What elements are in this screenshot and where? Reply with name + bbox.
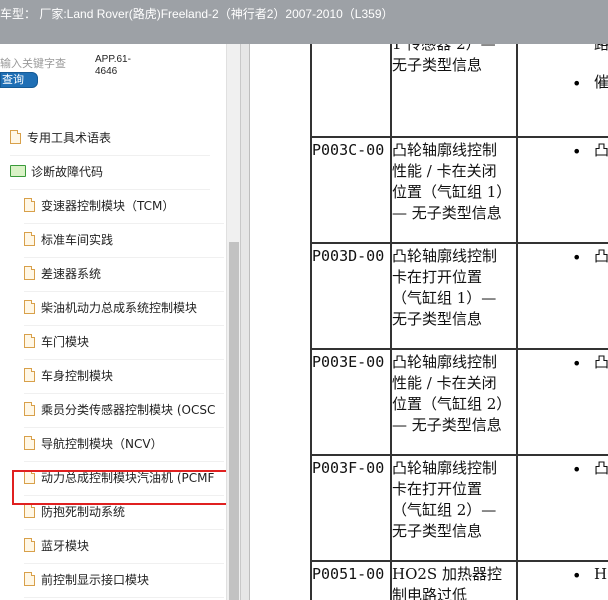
dtc-description: 凸轮轴廓线控制卡在打开位置（气缸组 2）— 无子类型信息 bbox=[392, 459, 498, 540]
tree-item-folder[interactable]: 诊断故障代码 bbox=[10, 156, 210, 190]
tree-item[interactable]: 标准车间实践 bbox=[24, 224, 224, 258]
tree-item-label: 导航控制模块（NCV） bbox=[41, 437, 163, 451]
table-row: P0051-00 HO2S 加热器控制电路过低 • HO2器路 bbox=[310, 560, 608, 600]
bullet: • bbox=[572, 460, 582, 479]
dtc-cause: 凸轮执行 bbox=[594, 353, 608, 371]
bullet: • bbox=[572, 74, 582, 93]
tree-item[interactable]: 差速器系统 bbox=[24, 258, 224, 292]
tree-item[interactable]: 前控制显示接口模块 bbox=[24, 564, 224, 598]
table-row: P003C-00 凸轮轴廓线控制性能 / 卡在关闭位置（气缸组 1）— 无子类型… bbox=[310, 136, 608, 244]
query-button[interactable]: 查询 bbox=[0, 72, 38, 88]
bullet: • bbox=[572, 142, 582, 161]
app-code: APP.61-4646 bbox=[95, 54, 131, 77]
dtc-cause: 凸轮执行 bbox=[594, 141, 608, 159]
window-title: 车型： 厂家:Land Rover(路虎)Freeland-2（神行者2）200… bbox=[0, 7, 394, 21]
tree-item[interactable]: 车门模块 bbox=[24, 326, 224, 360]
document-icon bbox=[24, 198, 35, 212]
tree-item[interactable]: 专用工具术语表 bbox=[10, 122, 210, 156]
tree-item-label: 诊断故障代码 bbox=[31, 165, 104, 179]
dtc-cause: 路：路 bbox=[594, 44, 608, 53]
dtc-description: HO2S 加热器控制电路过低 bbox=[392, 565, 502, 600]
tree-item-label: 前控制显示接口模块 bbox=[41, 573, 150, 587]
dtc-cause: HO2器路 bbox=[594, 565, 608, 583]
tree-item-label: 变速器控制模块（TCM） bbox=[41, 199, 175, 213]
dtc-code: P003E-00 bbox=[312, 353, 385, 371]
title-bar: 车型： 厂家:Land Rover(路虎)Freeland-2（神行者2）200… bbox=[0, 0, 608, 45]
dtc-description: 凸轮轴廓线控制性能 / 卡在关闭位置（气缸组 1）— 无子类型信息 bbox=[392, 141, 504, 222]
pane-splitter[interactable] bbox=[241, 44, 250, 600]
dtc-code: P0051-00 bbox=[312, 565, 385, 583]
tree-item-label: 差速器系统 bbox=[41, 267, 102, 281]
dtc-description: 凸轮轴廓线控制性能 / 卡在关闭位置（气缸组 2）— 无子类型信息 bbox=[392, 353, 504, 434]
tree-item-label: 柴油机动力总成系统控制模块 bbox=[41, 301, 198, 315]
table-row: 1 传感器 2）— 无子类型信息 路：路 • 催化传感 bbox=[310, 44, 608, 134]
tree-item-label: 车门模块 bbox=[41, 335, 90, 349]
document-icon bbox=[10, 130, 21, 144]
dtc-cause-2: 催化传感 bbox=[594, 73, 608, 91]
scrollbar-thumb[interactable] bbox=[229, 242, 239, 600]
tree-item[interactable]: 柴油机动力总成系统控制模块 bbox=[24, 292, 224, 326]
tree-item-label: 乘员分类传感器控制模块 (OCSC bbox=[41, 403, 216, 417]
tree-item[interactable]: 导航控制模块（NCV） bbox=[24, 428, 224, 462]
bullet: • bbox=[572, 354, 582, 373]
content-pane: 1 传感器 2）— 无子类型信息 路：路 • 催化传感 P003C-00 凸轮轴… bbox=[250, 44, 608, 600]
table-row: P003D-00 凸轮轴廓线控制卡在打开位置（气缸组 1）— 无子类型信息 • … bbox=[310, 242, 608, 350]
dtc-cause: 凸轮执行 bbox=[594, 459, 608, 477]
tree-item[interactable]: 蓝牙模块 bbox=[24, 530, 224, 564]
table-row: P003F-00 凸轮轴廓线控制卡在打开位置（气缸组 2）— 无子类型信息 • … bbox=[310, 454, 608, 562]
dtc-description: 1 传感器 2）— 无子类型信息 bbox=[392, 44, 496, 74]
dtc-cause: 凸轮执行 bbox=[594, 247, 608, 265]
dtc-code: P003D-00 bbox=[312, 247, 385, 265]
tree-item[interactable]: 车身控制模块 bbox=[24, 360, 224, 394]
document-icon bbox=[24, 538, 35, 552]
navigation-pane: APP.61-4646 查询 专用工具术语表 诊断故障代码 变速器控制模块（TC… bbox=[0, 44, 241, 600]
bullet: • bbox=[572, 566, 582, 585]
document-icon bbox=[24, 368, 35, 382]
document-icon bbox=[24, 232, 35, 246]
dtc-code: P003C-00 bbox=[312, 141, 385, 159]
tree-item[interactable]: 变速器控制模块（TCM） bbox=[24, 190, 224, 224]
tree-item[interactable]: 乘员分类传感器控制模块 (OCSC bbox=[24, 394, 224, 428]
tree-item-label: 标准车间实践 bbox=[41, 233, 114, 247]
folder-open-icon bbox=[10, 165, 26, 177]
document-icon bbox=[24, 402, 35, 416]
selection-highlight bbox=[12, 470, 234, 505]
tree-item-label: 防抱死制动系统 bbox=[41, 505, 126, 519]
document-icon bbox=[24, 300, 35, 314]
bullet: • bbox=[572, 248, 582, 267]
vertical-scrollbar[interactable] bbox=[226, 44, 240, 600]
tree-item-label: 车身控制模块 bbox=[41, 369, 114, 383]
dtc-description: 凸轮轴廓线控制卡在打开位置（气缸组 1）— 无子类型信息 bbox=[392, 247, 498, 328]
document-icon bbox=[24, 504, 35, 518]
table-row: P003E-00 凸轮轴廓线控制性能 / 卡在关闭位置（气缸组 2）— 无子类型… bbox=[310, 348, 608, 456]
tree-item-label: 专用工具术语表 bbox=[27, 131, 112, 145]
document-icon bbox=[24, 334, 35, 348]
search-input[interactable] bbox=[0, 57, 72, 71]
document-icon bbox=[24, 266, 35, 280]
tree-item-label: 蓝牙模块 bbox=[41, 539, 90, 553]
document-icon bbox=[24, 572, 35, 586]
dtc-code: P003F-00 bbox=[312, 459, 385, 477]
document-icon bbox=[24, 436, 35, 450]
